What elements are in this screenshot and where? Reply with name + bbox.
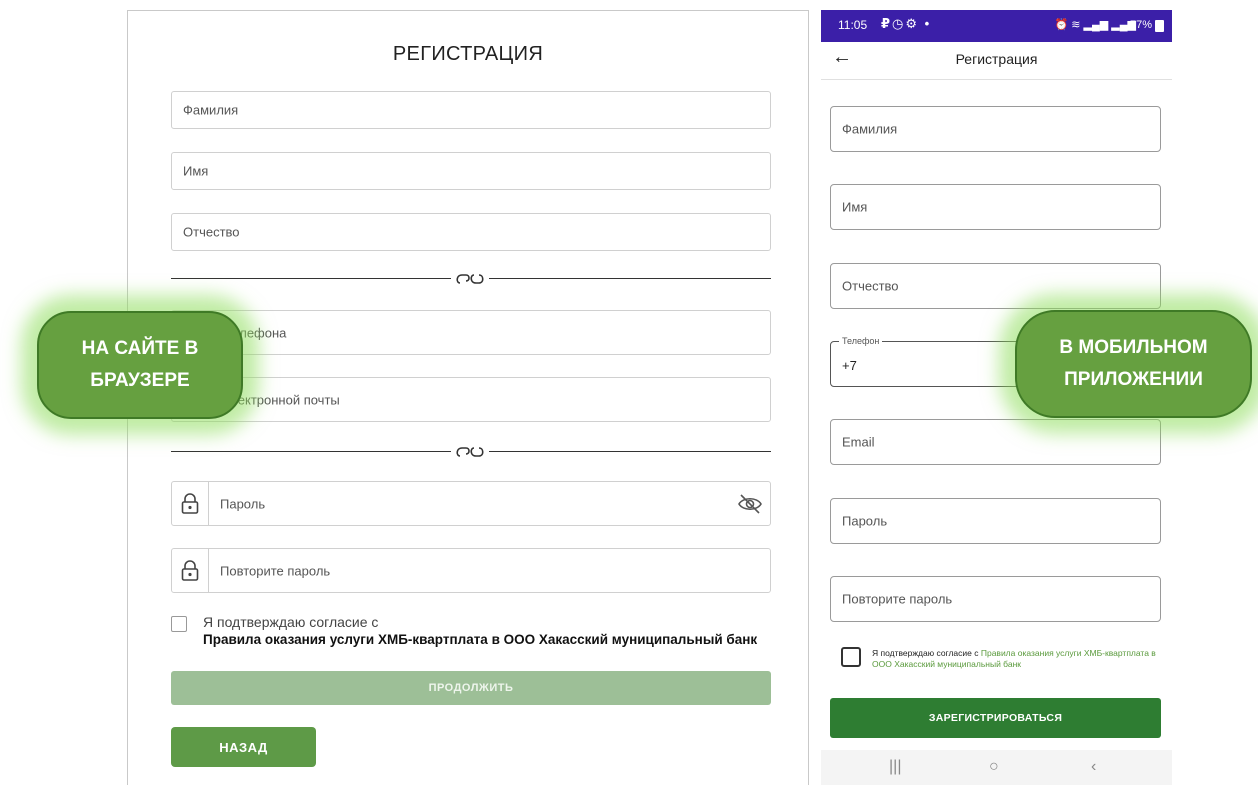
- consent-text: Я подтверждаю согласие с: [203, 614, 379, 630]
- email-field[interactable]: Email: [830, 419, 1161, 465]
- last-name-placeholder: Фамилия: [183, 102, 239, 118]
- password-input[interactable]: Пароль: [171, 481, 771, 526]
- battery-level: 77%: [1129, 19, 1152, 31]
- page-title: РЕГИСТРАЦИЯ: [392, 43, 544, 65]
- phone-number-input[interactable]: Номер телефона: [171, 310, 771, 355]
- last-name-input[interactable]: Фамилия: [171, 91, 771, 129]
- app-bar: ← Регистрация: [821, 42, 1172, 80]
- section-divider: [171, 269, 771, 289]
- password-field[interactable]: Пароль: [830, 498, 1161, 544]
- system-nav-bar: ||| ○ ‹: [821, 750, 1172, 785]
- screen-title: Регистрация: [955, 51, 1038, 67]
- signal-icons: ⏰ ≋ ▂▄▆ ▂▄▆: [1054, 19, 1136, 31]
- mobile-callout: В МОБИЛЬНОМ ПРИЛОЖЕНИИ: [1015, 310, 1252, 418]
- password-placeholder: Пароль: [220, 496, 266, 511]
- first-name-input[interactable]: Имя: [171, 152, 771, 190]
- battery-icon: [1155, 20, 1164, 32]
- status-bar: 11:05 ₽◷⚙ • ⏰ ≋ ▂▄▆ ▂▄▆ 77%: [821, 10, 1172, 42]
- last-name-field[interactable]: Фамилия: [830, 106, 1161, 152]
- first-name-placeholder: Имя: [842, 199, 868, 215]
- consent-checkbox[interactable]: [171, 616, 187, 632]
- first-name-placeholder: Имя: [183, 163, 209, 179]
- mobile-callout-line1: В МОБИЛЬНОМ: [1059, 337, 1208, 358]
- lock-icon: [172, 549, 209, 592]
- phone-floating-label: Телефон: [839, 336, 883, 346]
- home-icon[interactable]: ○: [989, 758, 999, 776]
- status-time: 11:05: [838, 18, 868, 32]
- lock-icon: [172, 482, 209, 525]
- repeat-password-field[interactable]: Повторите пароль: [830, 576, 1161, 622]
- web-callout-line2: БРАУЗЕРЕ: [90, 370, 190, 391]
- mobile-callout-line2: ПРИЛОЖЕНИИ: [1064, 369, 1203, 390]
- first-name-field[interactable]: Имя: [830, 184, 1161, 230]
- repeat-password-placeholder: Повторите пароль: [842, 591, 953, 607]
- web-callout: НА САЙТЕ В БРАУЗЕРЕ: [37, 311, 243, 419]
- hide-password-icon[interactable]: [737, 493, 763, 515]
- phone-value: +7: [842, 358, 857, 373]
- patronymic-field[interactable]: Отчество: [830, 263, 1161, 309]
- email-input[interactable]: Адрес электронной почты: [171, 377, 771, 422]
- consent-prefix: Я подтверждаю согласие с: [872, 648, 981, 658]
- repeat-password-input[interactable]: Повторите пароль: [171, 548, 771, 593]
- link-icon: [456, 274, 484, 284]
- back-button[interactable]: НАЗАД: [171, 727, 316, 767]
- nav-back-icon[interactable]: ‹: [1091, 758, 1096, 776]
- notification-icons: ₽◷⚙ •: [881, 16, 932, 31]
- consent-terms-link[interactable]: Правила оказания услуги ХМБ-квартплата в…: [203, 632, 757, 647]
- recent-apps-icon[interactable]: |||: [889, 758, 901, 776]
- patronymic-input[interactable]: Отчество: [171, 213, 771, 251]
- register-button[interactable]: ЗАРЕГИСТРИРОВАТЬСЯ: [830, 698, 1161, 738]
- consent-text: Я подтверждаю согласие с Правила оказани…: [872, 648, 1157, 670]
- last-name-placeholder: Фамилия: [842, 121, 898, 137]
- section-divider: [171, 442, 771, 462]
- link-icon: [456, 447, 484, 457]
- password-placeholder: Пароль: [842, 513, 888, 529]
- patronymic-placeholder: Отчество: [183, 224, 240, 240]
- continue-button[interactable]: ПРОДОЛЖИТЬ: [171, 671, 771, 705]
- repeat-password-placeholder: Повторите пароль: [220, 563, 331, 578]
- email-placeholder: Email: [842, 434, 875, 450]
- patronymic-placeholder: Отчество: [842, 278, 899, 294]
- consent-checkbox[interactable]: [841, 647, 861, 667]
- web-callout-line1: НА САЙТЕ В: [81, 338, 199, 359]
